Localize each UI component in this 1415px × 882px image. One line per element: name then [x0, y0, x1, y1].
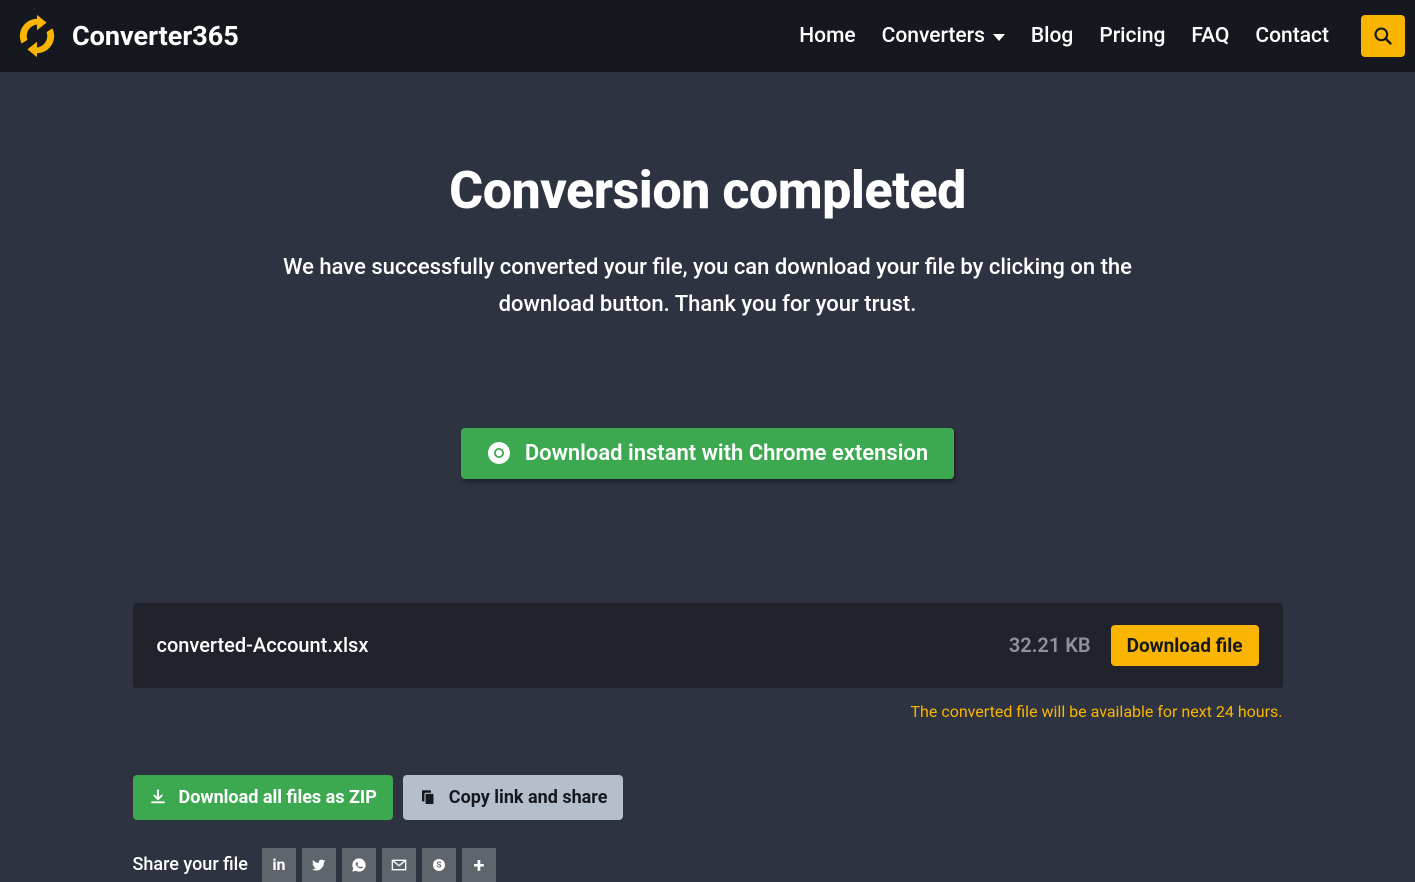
- skype-icon: S: [431, 857, 447, 873]
- share-icons: in S +: [262, 848, 496, 882]
- chrome-extension-button[interactable]: Download instant with Chrome extension: [461, 428, 954, 479]
- share-skype-button[interactable]: S: [422, 848, 456, 882]
- header: Converter365 Home Converters Blog Pricin…: [0, 0, 1415, 72]
- page-subtitle: We have successfully converted your file…: [248, 249, 1168, 324]
- nav-faq[interactable]: FAQ: [1191, 24, 1229, 48]
- share-email-button[interactable]: [382, 848, 416, 882]
- svg-text:S: S: [436, 860, 441, 869]
- page-title: Conversion completed: [0, 160, 1415, 221]
- chevron-down-icon: [993, 34, 1005, 41]
- file-name: converted-Account.xlsx: [157, 633, 369, 657]
- main-content: Conversion completed We have successfull…: [0, 72, 1415, 882]
- nav-converters-label: Converters: [882, 24, 985, 48]
- nav-converters[interactable]: Converters: [882, 24, 1005, 48]
- logo[interactable]: Converter365: [14, 13, 239, 59]
- brand-name: Converter365: [72, 20, 239, 52]
- search-button[interactable]: [1361, 15, 1405, 57]
- share-more-button[interactable]: +: [462, 848, 496, 882]
- search-icon: [1373, 26, 1393, 46]
- file-size: 32.21 KB: [1009, 633, 1091, 657]
- availability-note: The converted file will be available for…: [133, 702, 1283, 721]
- download-icon: [149, 788, 167, 806]
- main-nav: Home Converters Blog Pricing FAQ Contact: [799, 15, 1405, 57]
- share-linkedin-button[interactable]: in: [262, 848, 296, 882]
- copy-icon: [419, 788, 437, 806]
- share-twitter-button[interactable]: [302, 848, 336, 882]
- logo-icon: [14, 13, 60, 59]
- copy-link-label: Copy link and share: [449, 787, 608, 808]
- chrome-extension-label: Download instant with Chrome extension: [525, 441, 928, 466]
- copy-link-button[interactable]: Copy link and share: [403, 775, 624, 820]
- file-result-row: converted-Account.xlsx 32.21 KB Download…: [133, 603, 1283, 688]
- twitter-icon: [311, 857, 327, 873]
- share-label: Share your file: [133, 854, 248, 875]
- nav-contact[interactable]: Contact: [1255, 24, 1329, 48]
- email-icon: [391, 857, 407, 873]
- download-zip-label: Download all files as ZIP: [179, 787, 377, 808]
- action-buttons: Download all files as ZIP Copy link and …: [133, 775, 1283, 820]
- plus-icon: +: [473, 855, 484, 875]
- nav-pricing[interactable]: Pricing: [1099, 24, 1165, 48]
- whatsapp-icon: [351, 857, 367, 873]
- linkedin-icon: in: [272, 855, 285, 874]
- chrome-icon: [487, 441, 511, 465]
- share-whatsapp-button[interactable]: [342, 848, 376, 882]
- share-row: Share your file in S +: [133, 848, 1283, 882]
- nav-home[interactable]: Home: [799, 24, 855, 48]
- download-file-button[interactable]: Download file: [1111, 625, 1259, 666]
- download-zip-button[interactable]: Download all files as ZIP: [133, 775, 393, 820]
- nav-blog[interactable]: Blog: [1031, 24, 1073, 48]
